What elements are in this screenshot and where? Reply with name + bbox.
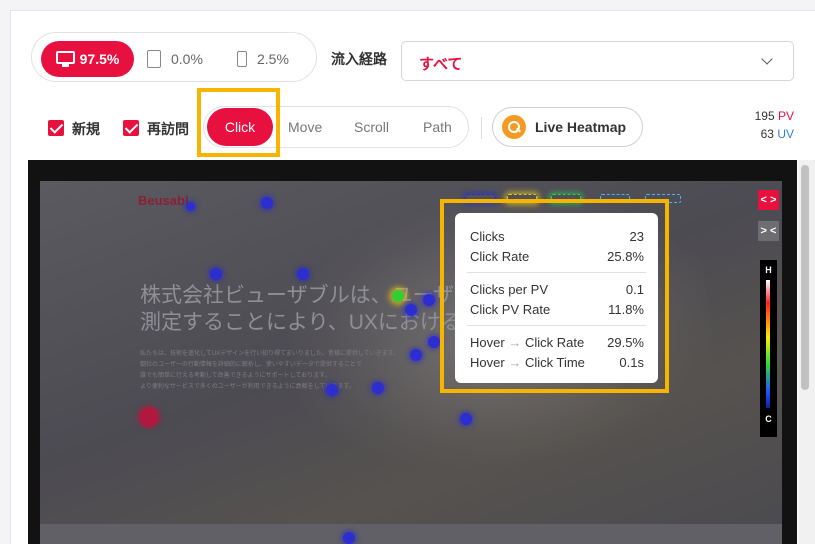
tablet-icon bbox=[147, 50, 161, 68]
legend-high-label: H bbox=[765, 265, 772, 275]
tab-scroll[interactable]: Scroll bbox=[354, 119, 389, 135]
live-heatmap-icon bbox=[502, 115, 526, 139]
phone-icon bbox=[237, 51, 247, 67]
monitor-icon bbox=[55, 51, 75, 67]
scrollbar-thumb[interactable] bbox=[801, 165, 809, 390]
heat-legend: H C bbox=[760, 260, 777, 437]
legend-low-label: C bbox=[765, 414, 772, 424]
click-dot bbox=[392, 290, 404, 302]
uv-count: 63 UV bbox=[760, 127, 794, 141]
click-dot bbox=[428, 336, 440, 348]
click-cluster bbox=[139, 407, 159, 427]
click-dot bbox=[326, 384, 338, 396]
source-select[interactable]: すべて bbox=[401, 41, 794, 81]
site-logo: Beusabl bbox=[138, 193, 189, 208]
live-heatmap-button[interactable]: Live Heatmap bbox=[492, 107, 643, 147]
click-dot bbox=[343, 532, 355, 544]
tablet-share: 0.0% bbox=[171, 51, 203, 67]
chevron-down-icon bbox=[761, 53, 773, 65]
click-dot bbox=[410, 349, 422, 361]
collapse-button[interactable]: > < bbox=[758, 221, 779, 241]
click-dot bbox=[186, 202, 195, 211]
legend-gradient bbox=[766, 280, 770, 408]
returning-visitor-checkbox[interactable] bbox=[123, 120, 139, 136]
source-value: すべて bbox=[419, 56, 463, 73]
live-heatmap-label: Live Heatmap bbox=[535, 119, 627, 135]
source-label: 流入経路 bbox=[331, 51, 387, 67]
click-dot bbox=[423, 294, 435, 306]
click-dot bbox=[261, 197, 273, 209]
click-dot bbox=[405, 304, 417, 316]
body-copy-line: より便利なサービスで多くのユーザーが利用できるように貢献をしていきます。 bbox=[140, 384, 355, 390]
click-dot bbox=[210, 268, 222, 280]
device-mobile-button[interactable]: 2.5% bbox=[237, 41, 289, 77]
new-visitor-checkbox[interactable] bbox=[48, 120, 64, 136]
page-screenshot: Beusabl 株式会社ビューザブルは、ユーザーの 測定することにより、UXにお… bbox=[40, 181, 782, 544]
tab-move[interactable]: Move bbox=[288, 119, 322, 135]
new-visitor-label: 新規 bbox=[72, 121, 100, 137]
click-dot bbox=[460, 413, 472, 425]
pv-count: 195 PV bbox=[754, 109, 794, 123]
body-copy-line: 誰でも簡単に行える考動して改善できるようにサポートしております。 bbox=[140, 373, 331, 379]
device-tablet-button[interactable]: 0.0% bbox=[147, 41, 203, 77]
body-copy-line: 御社のユーザーの行動情報を詳細的に解析し、使いやすいデータで提供することで bbox=[140, 362, 362, 368]
tooltip-highlight bbox=[440, 199, 669, 393]
click-tab-highlight bbox=[197, 88, 280, 157]
tab-path[interactable]: Path bbox=[423, 119, 452, 135]
expand-button[interactable]: < > bbox=[758, 190, 779, 210]
desktop-share: 97.5% bbox=[79, 51, 120, 67]
click-dot bbox=[297, 268, 309, 280]
mobile-share: 2.5% bbox=[257, 51, 289, 67]
divider bbox=[481, 117, 482, 139]
page-footer-strip bbox=[40, 524, 782, 544]
click-dot bbox=[372, 382, 384, 394]
device-desktop-button[interactable]: 97.5% bbox=[41, 41, 134, 77]
returning-visitor-label: 再訪問 bbox=[147, 121, 189, 137]
